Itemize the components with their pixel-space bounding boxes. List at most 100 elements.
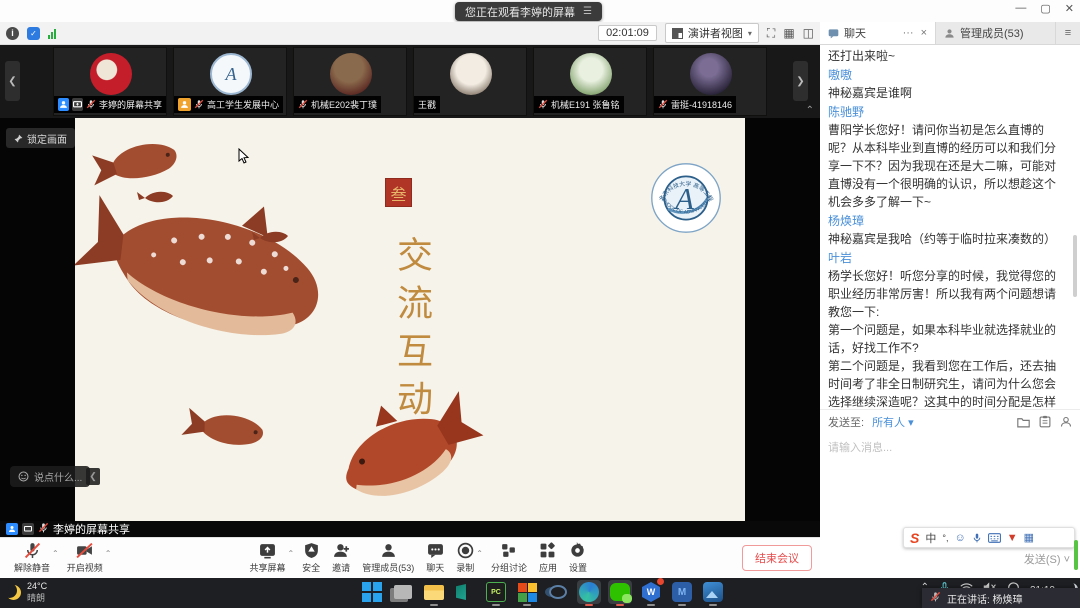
fullscreen-icon[interactable]: ⛶ — [767, 26, 775, 41]
voice-icon[interactable] — [972, 532, 982, 544]
chat-scrollbar[interactable] — [1073, 235, 1077, 297]
pycharm-icon[interactable]: PC — [484, 580, 508, 604]
participant-tile[interactable]: 雷挺-41918146 — [653, 47, 767, 116]
screenshot-icon[interactable] — [1039, 415, 1051, 428]
docs-app-icon[interactable]: M — [670, 580, 694, 604]
mic-muted-icon — [86, 99, 96, 111]
participant-tile[interactable]: 机械E191 张鲁铭 — [533, 47, 647, 116]
security-button[interactable]: 安全 — [296, 542, 326, 574]
bubble-collapse-button[interactable]: ❮ — [86, 468, 100, 485]
banner-menu-icon[interactable]: ☰ — [583, 6, 592, 17]
wechat-icon[interactable] — [608, 580, 632, 604]
maximize-button[interactable]: ▢ — [1040, 2, 1050, 15]
chat-message-sender: 嗷嗷 — [828, 66, 1065, 84]
participant-tile[interactable]: 李婷的屏幕共享 — [53, 47, 167, 116]
taskbar-weather-widget[interactable]: 24°C 晴朗 — [6, 581, 47, 604]
send-to-row: 发送至: 所有人 ▾ — [820, 409, 1080, 433]
chinese-mode-icon[interactable]: 中 — [925, 530, 936, 546]
ime-toolbar[interactable]: S 中 °, ☺ ▼ ▦ — [903, 527, 1075, 548]
strip-scroll-left-button[interactable]: ❮ — [5, 61, 20, 101]
tab-chat[interactable]: 聊天 ··· × — [820, 22, 935, 44]
security-shield-icon[interactable]: ✓ — [27, 27, 40, 40]
chat-message-text: 杨学长您好！听您分享的时候，我觉得您的职业经历非常厉害！所以我有两个问题想请教您… — [828, 267, 1065, 408]
view-mode-dropdown[interactable]: 演讲者视图 ▾ — [665, 23, 759, 43]
mic-muted-icon — [538, 99, 548, 111]
voov-meeting-icon[interactable] — [546, 580, 570, 604]
quick-chat-bubble[interactable]: 说点什么... — [10, 466, 90, 487]
cohost-icon — [178, 98, 191, 111]
wps-office-icon[interactable] — [515, 580, 539, 604]
minimize-button[interactable]: — — [1015, 2, 1026, 15]
invite-person-icon — [333, 542, 350, 559]
chat-close-button[interactable]: × — [921, 27, 927, 39]
toolbox-icon[interactable]: ▦ — [1024, 531, 1034, 544]
breakout-rooms-button[interactable]: 分组讨论 — [485, 542, 533, 574]
speaking-toast-text: 正在讲话: 杨焕璋 — [947, 591, 1023, 606]
manage-members-button[interactable]: 管理成员(53) — [356, 542, 420, 574]
host-icon — [58, 98, 69, 111]
side-panel-icon[interactable]: ◫ — [803, 26, 814, 40]
file-attach-icon[interactable] — [1017, 416, 1030, 428]
unmute-button[interactable]: 解除静音 — [8, 542, 56, 574]
close-button[interactable]: ✕ — [1065, 2, 1074, 15]
task-view-button[interactable] — [391, 580, 415, 604]
grid-view-icon[interactable]: ▦ — [783, 26, 794, 40]
camera-off-icon — [76, 542, 93, 559]
wps-writer-icon[interactable]: W — [639, 580, 663, 604]
weather-moon-icon — [6, 585, 21, 600]
send-to-dropdown[interactable]: 所有人 ▾ — [872, 414, 914, 430]
participant-nametag: 雷挺-41918146 — [654, 96, 736, 113]
shared-screen-stage: 叁 交流互动 A 北京科技大学 高等工程师学院 SCHOOL OF ADVANC… — [0, 118, 820, 537]
chat-message-sender: 叶岩 — [828, 249, 1065, 267]
chat-message-list[interactable]: 还打出来啦~ 嗷嗷 神秘嘉宾是谁啊 陈驰野 曹阳学长您好！请问你当初是怎么直博的… — [820, 45, 1073, 408]
punctuation-icon[interactable]: °, — [942, 533, 948, 543]
screen-share-icon — [72, 98, 83, 111]
share-screen-button[interactable]: 共享屏幕 — [243, 542, 291, 574]
start-video-button[interactable]: 开启视频 — [61, 542, 109, 574]
mention-person-icon[interactable] — [1060, 416, 1072, 428]
edge-browser-icon[interactable] — [577, 580, 601, 604]
file-explorer-icon[interactable] — [422, 580, 446, 604]
windows-start-button[interactable] — [360, 580, 384, 604]
end-meeting-button[interactable]: 结束会议 — [742, 545, 812, 571]
strip-scroll-right-button[interactable]: ❯ — [793, 61, 808, 101]
tab-members[interactable]: 管理成员(53) — [935, 22, 1055, 44]
chat-message-text: 神秘嘉宾是谁啊 — [828, 84, 1065, 102]
chat-button[interactable]: 聊天 — [420, 542, 450, 574]
invite-button[interactable]: 邀请 — [326, 542, 356, 574]
photos-app-icon[interactable] — [701, 580, 725, 604]
info-icon[interactable]: i — [6, 27, 19, 40]
speaker-view-icon — [672, 28, 683, 39]
settings-button[interactable]: 设置 — [563, 542, 593, 574]
sogou-logo-icon[interactable]: S — [910, 530, 919, 546]
record-options-caret[interactable]: ⌃ — [476, 549, 483, 558]
chat-input[interactable]: 请输入消息... — [828, 439, 892, 455]
mic-muted-icon — [298, 99, 308, 111]
members-icon — [944, 28, 955, 39]
participant-tile[interactable]: 机械E202裴丁璞 — [293, 47, 407, 116]
chat-message-text: 神秘嘉宾是我哈（约等于临时拉来凑数的） — [828, 230, 1065, 248]
send-button[interactable]: 发送(S) ˅ — [970, 551, 1070, 567]
participant-nametag: 机械E191 张鲁铭 — [534, 96, 624, 113]
participant-tile[interactable]: 王戳 — [413, 47, 527, 116]
participant-tile[interactable]: A 高工学生发展中心 — [173, 47, 287, 116]
viewing-banner[interactable]: 您正在观看李婷的屏幕 ☰ — [455, 2, 602, 21]
school-logo: A 北京科技大学 高等工程师学院 SCHOOL OF ADVANCED ENGI… — [650, 162, 722, 234]
emoji-icon[interactable]: ☺ — [954, 532, 965, 544]
mouse-cursor — [238, 148, 250, 164]
keyboard-icon[interactable] — [988, 533, 1001, 543]
mic-options-caret[interactable]: ⌃ — [52, 549, 59, 558]
avatar — [690, 53, 732, 95]
lock-view-button[interactable]: 锁定画面 — [6, 128, 75, 148]
share-options-caret[interactable]: ⌃ — [287, 549, 294, 558]
chat-more-button[interactable]: ··· — [903, 27, 914, 39]
video-options-caret[interactable]: ⌃ — [105, 549, 112, 558]
skin-icon[interactable]: ▼ — [1007, 532, 1018, 544]
video-app-icon[interactable] — [453, 580, 477, 604]
strip-collapse-icon[interactable]: ⌃ — [806, 105, 814, 116]
send-options-caret[interactable]: ˅ — [1064, 554, 1070, 566]
section-number-badge: 叁 — [385, 178, 412, 207]
smiley-icon — [18, 471, 29, 482]
panel-menu-button[interactable]: ≡ — [1055, 22, 1080, 44]
apps-button[interactable]: 应用 — [533, 542, 563, 574]
